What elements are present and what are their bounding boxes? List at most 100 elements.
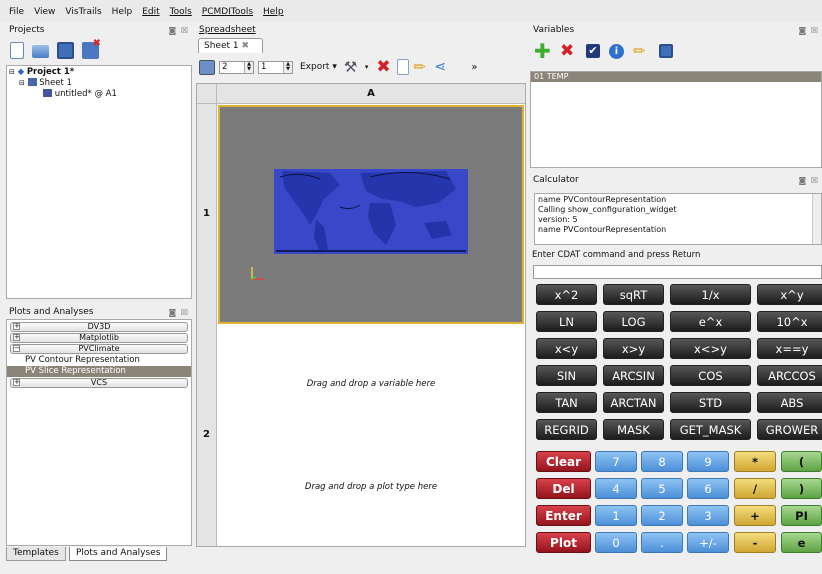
calc-digit-button[interactable]: +/- xyxy=(687,532,729,553)
calc-button-sin[interactable]: SIN xyxy=(536,365,597,386)
tab-templates[interactable]: Templates xyxy=(6,547,66,561)
category-vcs[interactable]: + VCS xyxy=(10,378,188,388)
calc-digit-button[interactable]: 3 xyxy=(687,505,729,526)
tab-plots-and-analyses[interactable]: Plots and Analyses xyxy=(69,547,168,561)
menu-edit[interactable]: Edit xyxy=(137,7,164,17)
calc-button-x-y[interactable]: x>y xyxy=(603,338,664,359)
calc-button-log[interactable]: LOG xyxy=(603,311,664,332)
category-matplotlib[interactable]: + Matplotlib xyxy=(10,333,188,343)
calc-button-sqrt[interactable]: sqRT xyxy=(603,284,664,305)
calc-button-arctan[interactable]: ARCTAN xyxy=(603,392,664,413)
row-header-1[interactable]: 1 xyxy=(197,104,217,324)
edit-pencil-icon[interactable]: ✏ xyxy=(633,42,650,60)
calc-button-arccos[interactable]: ARCCOS xyxy=(757,365,822,386)
calc-operator-button[interactable]: + xyxy=(734,505,776,526)
calc-button-10-x[interactable]: 10^x xyxy=(757,311,822,332)
tree-row-project[interactable]: ⊟ ◆ Project 1* xyxy=(9,67,189,78)
tree-row-cell[interactable]: untitled* @ A1 xyxy=(9,89,189,100)
calc-button-regrid[interactable]: REGRID xyxy=(536,419,597,440)
calc-button-e-x[interactable]: e^x xyxy=(670,311,751,332)
menu-view[interactable]: View xyxy=(29,7,60,17)
calc-extra-button[interactable]: e xyxy=(781,532,822,553)
close-tab-icon[interactable]: ✖ xyxy=(241,41,249,51)
cell-a1[interactable] xyxy=(218,105,524,324)
info-icon[interactable]: i xyxy=(609,43,624,59)
calc-operator-button[interactable]: * xyxy=(734,451,776,472)
share-graph-icon[interactable]: ⋖ xyxy=(434,59,451,76)
sheet-tab[interactable]: Sheet 1 ✖ xyxy=(198,38,263,53)
calc-button-x-y[interactable]: x==y xyxy=(757,338,822,359)
calc-digit-button[interactable]: . xyxy=(641,532,683,553)
calc-button-1-x[interactable]: 1/x xyxy=(670,284,751,305)
variables-dock-buttons[interactable]: ◙ ☒ xyxy=(799,26,819,35)
plot-item-pv-slice[interactable]: PV Slice Representation xyxy=(7,366,191,377)
delete-variable-icon[interactable]: ✖ xyxy=(560,42,577,60)
category-pvclimate[interactable]: − PVClimate xyxy=(10,344,188,354)
calc-button-clear[interactable]: Clear xyxy=(536,451,591,472)
calc-operator-button[interactable]: / xyxy=(734,478,776,499)
delete-x-icon[interactable]: ✖ xyxy=(376,58,393,76)
calc-digit-button[interactable]: 4 xyxy=(595,478,637,499)
resize-grid-icon[interactable] xyxy=(199,59,215,75)
menu-help-2[interactable]: Help xyxy=(258,7,289,17)
variable-row[interactable]: 01 TEMP xyxy=(531,72,821,82)
calc-button-plot[interactable]: Plot xyxy=(536,532,591,553)
calc-operator-button[interactable]: - xyxy=(734,532,776,553)
calc-digit-button[interactable]: 0 xyxy=(595,532,637,553)
calc-digit-button[interactable]: 7 xyxy=(595,451,637,472)
log-scrollbar[interactable] xyxy=(812,194,821,244)
calc-button-get-mask[interactable]: GET_MASK xyxy=(670,419,751,440)
calc-extra-button[interactable]: ) xyxy=(781,478,822,499)
calc-digit-button[interactable]: 1 xyxy=(595,505,637,526)
plot-item-pv-contour[interactable]: PV Contour Representation xyxy=(7,355,191,366)
calc-button-arcsin[interactable]: ARCSIN xyxy=(603,365,664,386)
calc-button-grower[interactable]: GROWER xyxy=(757,419,822,440)
calc-extra-button[interactable]: ( xyxy=(781,451,822,472)
open-project-icon[interactable] xyxy=(32,45,49,58)
cdat-command-input[interactable] xyxy=(533,265,822,279)
tools-dropdown-arrow[interactable]: ▾ xyxy=(365,63,369,71)
tree-row-sheet[interactable]: ⊟ Sheet 1 xyxy=(9,78,189,89)
menu-pcmditools[interactable]: PCMDITools xyxy=(197,7,258,17)
calc-extra-button[interactable]: PI xyxy=(781,505,822,526)
export-dropdown[interactable]: Export ▾ xyxy=(297,62,340,72)
menu-vistrails[interactable]: VisTrails xyxy=(60,7,106,17)
close-project-icon[interactable]: ✖ xyxy=(82,38,101,59)
column-header-a[interactable]: A xyxy=(217,84,525,104)
row-header-2[interactable]: 2 xyxy=(197,324,217,546)
plots-dock-buttons[interactable]: ◙ ☒ xyxy=(169,308,189,317)
calculator-dock-buttons[interactable]: ◙ ☒ xyxy=(799,176,819,185)
cols-spinbox[interactable]: 1 ▲ ▼ xyxy=(258,60,293,74)
pencil-icon[interactable]: ✏ xyxy=(413,58,430,76)
menu-tools[interactable]: Tools xyxy=(165,7,197,17)
calc-button-mask[interactable]: MASK xyxy=(603,419,664,440)
calc-button-x-y[interactable]: x^y xyxy=(757,284,822,305)
calc-button-tan[interactable]: TAN xyxy=(536,392,597,413)
new-project-icon[interactable] xyxy=(10,41,24,59)
calc-digit-button[interactable]: 2 xyxy=(641,505,683,526)
tools-icon[interactable]: ⚒ xyxy=(344,58,361,76)
calc-digit-button[interactable]: 5 xyxy=(641,478,683,499)
toolbar-more[interactable]: » xyxy=(471,62,477,73)
calc-button-cos[interactable]: COS xyxy=(670,365,751,386)
cell-a2[interactable]: Drag and drop a variable here Drag and d… xyxy=(218,325,524,545)
calc-button-std[interactable]: STD xyxy=(670,392,751,413)
menu-file[interactable]: File xyxy=(4,7,29,17)
calc-button-enter[interactable]: Enter xyxy=(536,505,591,526)
save-icon[interactable] xyxy=(659,44,673,58)
calc-button-x-y[interactable]: x<>y xyxy=(670,338,751,359)
rows-spinbox[interactable]: 2 ▲ ▼ xyxy=(219,60,254,74)
projects-dock-buttons[interactable]: ◙ ☒ xyxy=(169,26,189,35)
document-icon[interactable] xyxy=(397,59,410,75)
calc-digit-button[interactable]: 9 xyxy=(687,451,729,472)
category-dv3d[interactable]: + DV3D xyxy=(10,322,188,332)
save-project-icon[interactable] xyxy=(57,41,74,59)
add-variable-icon[interactable]: ✚ xyxy=(534,41,551,61)
calc-button-ln[interactable]: LN xyxy=(536,311,597,332)
calc-button-x-2[interactable]: x^2 xyxy=(536,284,597,305)
calc-button-del[interactable]: Del xyxy=(536,478,591,499)
calc-digit-button[interactable]: 6 xyxy=(687,478,729,499)
menu-help[interactable]: Help xyxy=(107,7,138,17)
calc-button-x-y[interactable]: x<y xyxy=(536,338,597,359)
calc-digit-button[interactable]: 8 xyxy=(641,451,683,472)
